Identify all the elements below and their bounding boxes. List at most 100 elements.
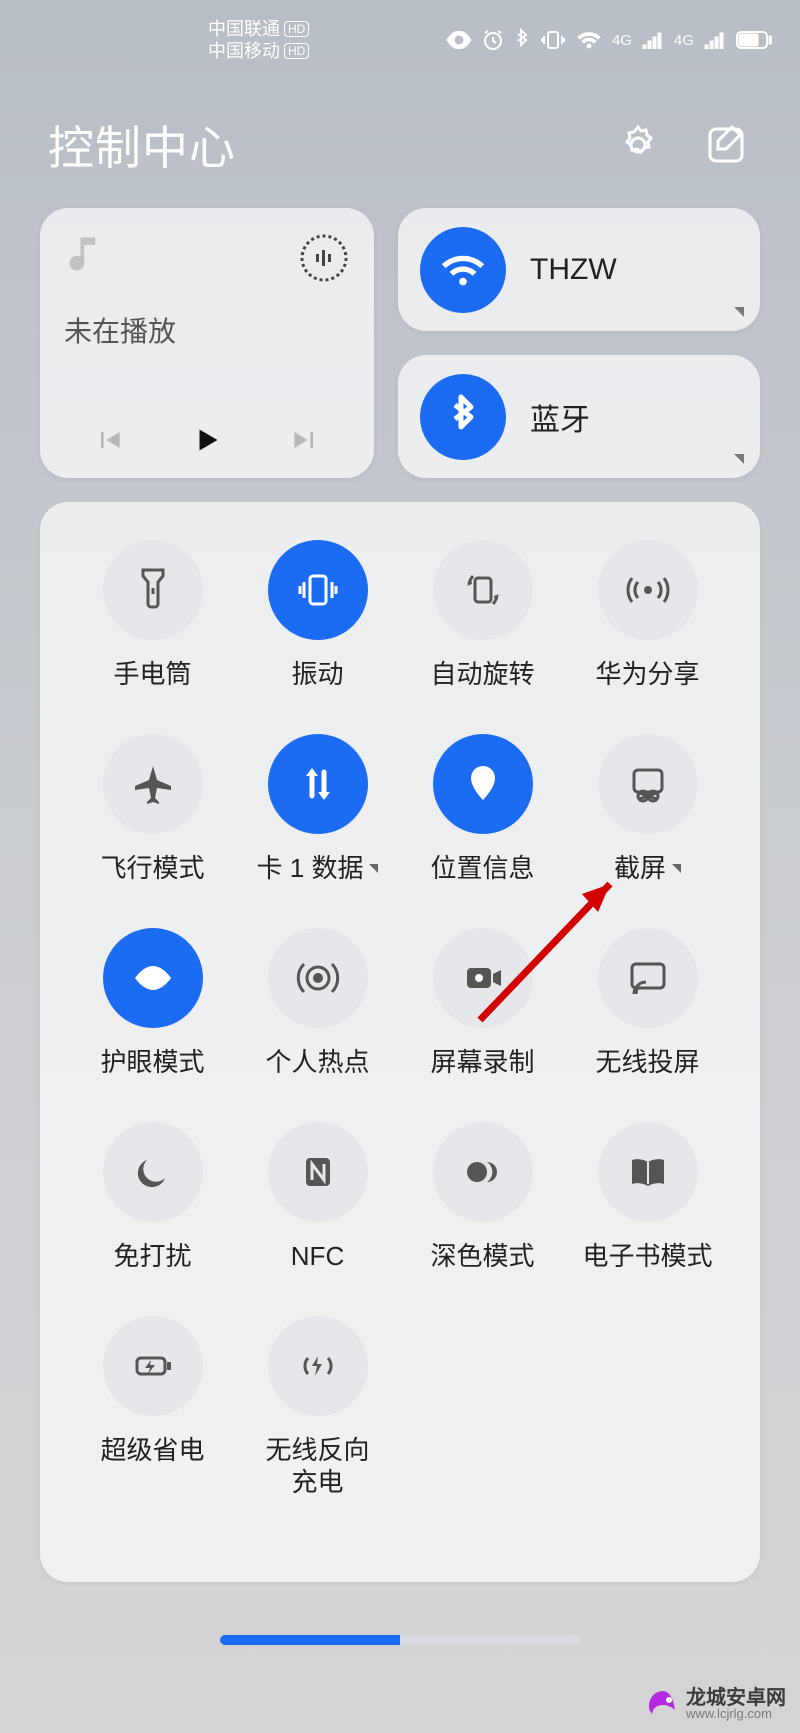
status-bar: 中国联通HD 中国移动HD 4G 4G — [0, 0, 800, 62]
tile-button-huawei-share[interactable] — [598, 540, 698, 640]
media-next-button[interactable] — [287, 422, 323, 458]
watermark: 龙城安卓网www.lcjrlg.com — [646, 1689, 786, 1723]
alarm-status-icon — [482, 29, 504, 51]
tile-dark-mode[interactable]: 深色模式 — [400, 1122, 565, 1272]
carrier-2: 中国移动 — [208, 40, 280, 62]
page-title: 控制中心 — [48, 112, 236, 178]
ebook-mode-icon — [624, 1148, 672, 1196]
tile-label-reverse-charge: 无线反向充电 — [258, 1434, 378, 1498]
tile-button-dark-mode[interactable] — [433, 1122, 533, 1222]
edit-icon — [704, 123, 748, 167]
vibrate-status-icon — [540, 29, 566, 51]
tile-mobile-data[interactable]: 卡 1 数据 — [235, 734, 400, 884]
bluetooth-tile[interactable]: 蓝牙 — [398, 355, 760, 478]
play-icon — [189, 420, 225, 460]
settings-button[interactable] — [612, 119, 664, 171]
tile-button-flashlight[interactable] — [103, 540, 203, 640]
media-play-button[interactable] — [189, 422, 225, 458]
tile-label-hotspot: 个人热点 — [265, 1046, 369, 1078]
tile-vibrate[interactable]: 振动 — [235, 540, 400, 690]
autorotate-icon — [459, 566, 507, 614]
tile-label-nfc: NFC — [291, 1240, 344, 1272]
dark-mode-icon — [459, 1148, 507, 1196]
tile-eye-comfort[interactable]: 护眼模式 — [70, 928, 235, 1078]
signal-2-label: 4G — [674, 32, 694, 49]
media-prev-button[interactable] — [91, 422, 127, 458]
tile-hotspot[interactable]: 个人热点 — [235, 928, 400, 1078]
tile-button-mobile-data[interactable] — [268, 734, 368, 834]
expand-triangle-icon — [734, 454, 744, 464]
bluetooth-status-icon — [514, 28, 530, 52]
dnd-icon — [129, 1148, 177, 1196]
screen-record-icon — [459, 954, 507, 1002]
tile-huawei-share[interactable]: 华为分享 — [565, 540, 730, 690]
tile-label-dnd: 免打扰 — [113, 1240, 191, 1272]
wireless-proj-icon — [624, 954, 672, 1002]
audio-output-button[interactable] — [298, 232, 350, 284]
hotspot-icon — [294, 954, 342, 1002]
tile-nfc[interactable]: NFC — [235, 1122, 400, 1272]
tile-reverse-charge[interactable]: 无线反向充电 — [235, 1316, 400, 1498]
tile-button-screen-record[interactable] — [433, 928, 533, 1028]
tile-label-eye-comfort: 护眼模式 — [100, 1046, 204, 1078]
tile-button-ebook-mode[interactable] — [598, 1122, 698, 1222]
location-icon — [459, 760, 507, 808]
prev-icon — [93, 424, 125, 456]
tile-button-nfc[interactable] — [268, 1122, 368, 1222]
carrier-1: 中国联通 — [208, 18, 280, 40]
tiles-panel: 手电筒 振动自动旋转华为分享飞行模式卡 1 数据位置信息截屏护眼模式 个人热点 屏幕录… — [40, 502, 760, 1582]
tile-label-screen-record: 屏幕录制 — [430, 1046, 534, 1078]
audio-output-icon — [298, 232, 350, 284]
next-icon — [289, 424, 321, 456]
tile-ebook-mode[interactable]: 电子书模式 — [565, 1122, 730, 1272]
tile-button-super-saver[interactable] — [103, 1316, 203, 1416]
tile-button-wireless-proj[interactable] — [598, 928, 698, 1028]
tile-screen-record[interactable]: 屏幕录制 — [400, 928, 565, 1078]
tile-button-location[interactable] — [433, 734, 533, 834]
wifi-icon — [438, 250, 488, 290]
tile-screenshot[interactable]: 截屏 — [565, 734, 730, 884]
airplane-icon — [129, 760, 177, 808]
tile-wireless-proj[interactable]: 无线投屏 — [565, 928, 730, 1078]
gear-icon — [616, 123, 660, 167]
watermark-en: www.lcjrlg.com — [686, 1706, 772, 1722]
tile-airplane[interactable]: 飞行模式 — [70, 734, 235, 884]
carrier-info: 中国联通HD 中国移动HD — [208, 18, 309, 62]
tile-label-screenshot: 截屏 — [614, 852, 666, 884]
page-indicator — [0, 1635, 800, 1645]
vibrate-icon — [294, 566, 342, 614]
tile-label-ebook-mode: 电子书模式 — [582, 1240, 712, 1272]
expand-triangle-icon — [734, 307, 744, 317]
wifi-toggle[interactable] — [420, 227, 506, 313]
edit-button[interactable] — [700, 119, 752, 171]
reverse-charge-icon — [294, 1342, 342, 1390]
tile-label-super-saver: 超级省电 — [100, 1434, 204, 1466]
battery-status-icon — [736, 31, 772, 49]
tile-button-vibrate[interactable] — [268, 540, 368, 640]
tile-button-hotspot[interactable] — [268, 928, 368, 1028]
bluetooth-toggle[interactable] — [420, 374, 506, 460]
tile-button-screenshot[interactable] — [598, 734, 698, 834]
tile-label-autorotate: 自动旋转 — [430, 658, 534, 690]
tile-super-saver[interactable]: 超级省电 — [70, 1316, 235, 1498]
tile-button-dnd[interactable] — [103, 1122, 203, 1222]
tile-location[interactable]: 位置信息 — [400, 734, 565, 884]
header: 控制中心 — [0, 62, 800, 208]
media-card: 未在播放 — [40, 208, 374, 478]
tile-autorotate[interactable]: 自动旋转 — [400, 540, 565, 690]
flashlight-icon — [129, 566, 177, 614]
wifi-tile[interactable]: THZW — [398, 208, 760, 331]
tile-button-eye-comfort[interactable] — [103, 928, 203, 1028]
huawei-share-icon — [624, 566, 672, 614]
tile-label-airplane: 飞行模式 — [100, 852, 204, 884]
tile-button-reverse-charge[interactable] — [268, 1316, 368, 1416]
tile-button-airplane[interactable] — [103, 734, 203, 834]
tile-button-autorotate[interactable] — [433, 540, 533, 640]
eye-comfort-icon — [129, 954, 177, 1002]
tile-flashlight[interactable]: 手电筒 — [70, 540, 235, 690]
tile-dnd[interactable]: 免打扰 — [70, 1122, 235, 1272]
nfc-icon — [294, 1148, 342, 1196]
watermark-cn: 龙城安卓网 — [686, 1690, 786, 1706]
wifi-status-icon — [576, 30, 602, 50]
tile-label-flashlight: 手电筒 — [113, 658, 191, 690]
